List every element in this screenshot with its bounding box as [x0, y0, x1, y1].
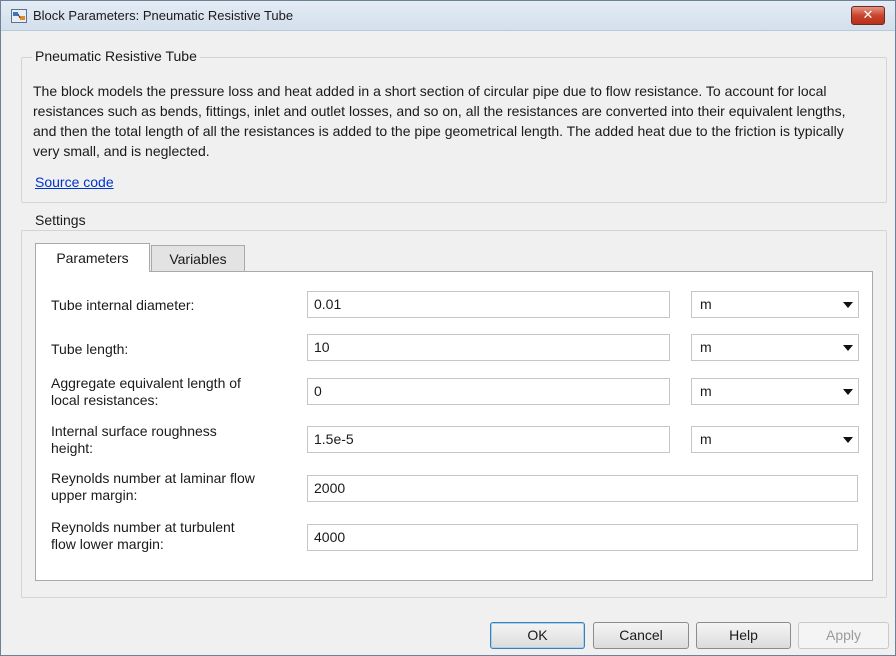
param-label-line1: Reynolds number at laminar flow: [51, 470, 255, 486]
block-description: The block models the pressure loss and h…: [33, 83, 846, 159]
chevron-down-icon: [843, 437, 853, 443]
cancel-button[interactable]: Cancel: [593, 622, 689, 649]
roughness-input[interactable]: 1.5e-5: [307, 426, 670, 453]
block-name: Pneumatic Resistive Tube: [32, 48, 200, 64]
unit-value: m: [700, 383, 712, 399]
close-button[interactable]: ✕: [851, 6, 885, 25]
equivalent-length-unit-select[interactable]: m: [691, 378, 859, 405]
chevron-down-icon: [843, 302, 853, 308]
param-label-tube-length: Tube length:: [51, 341, 128, 358]
tab-parameters[interactable]: Parameters: [35, 243, 150, 272]
param-label-turbulent-margin: Reynolds number at turbulent flow lower …: [51, 519, 235, 553]
help-button[interactable]: Help: [696, 622, 791, 649]
param-label-line2: flow lower margin:: [51, 536, 164, 552]
simulink-block-icon: [11, 9, 27, 23]
laminar-margin-input[interactable]: 2000: [307, 475, 858, 502]
param-label-text: Tube length:: [51, 341, 129, 357]
tab-parameters-label: Parameters: [56, 250, 129, 266]
param-label-roughness: Internal surface roughness height:: [51, 423, 217, 457]
tab-variables-label: Variables: [169, 251, 227, 267]
apply-button[interactable]: Apply: [798, 622, 889, 649]
chevron-down-icon: [843, 389, 853, 395]
settings-title: Settings: [32, 212, 89, 228]
ok-button[interactable]: OK: [490, 622, 585, 649]
param-label-line1: Internal surface roughness: [51, 423, 217, 439]
tab-variables[interactable]: Variables: [151, 245, 245, 271]
param-label-line2: height:: [51, 440, 94, 456]
chevron-down-icon: [843, 345, 853, 351]
window-title: Block Parameters: Pneumatic Resistive Tu…: [33, 8, 294, 23]
turbulent-margin-input[interactable]: 4000: [307, 524, 858, 551]
roughness-unit-select[interactable]: m: [691, 426, 859, 453]
param-label-text: Tube internal diameter:: [51, 297, 195, 313]
source-code-link[interactable]: Source code: [35, 174, 114, 190]
unit-value: m: [700, 339, 712, 355]
param-label-line2: local resistances:: [51, 392, 159, 408]
close-icon: ✕: [862, 7, 874, 22]
tube-length-unit-select[interactable]: m: [691, 334, 859, 361]
param-label-line1: Aggregate equivalent length of: [51, 375, 241, 391]
title-bar[interactable]: Block Parameters: Pneumatic Resistive Tu…: [1, 1, 895, 31]
block-parameters-dialog: Block Parameters: Pneumatic Resistive Tu…: [0, 0, 896, 656]
equivalent-length-input[interactable]: 0: [307, 378, 670, 405]
unit-value: m: [700, 431, 712, 447]
param-label-line1: Reynolds number at turbulent: [51, 519, 235, 535]
param-label-tube-diameter: Tube internal diameter:: [51, 297, 194, 314]
param-label-laminar-margin: Reynolds number at laminar flow upper ma…: [51, 470, 255, 504]
tube-diameter-unit-select[interactable]: m: [691, 291, 859, 318]
param-label-line2: upper margin:: [51, 487, 138, 503]
tube-diameter-input[interactable]: 0.01: [307, 291, 670, 318]
unit-value: m: [700, 296, 712, 312]
param-label-equivalent-length: Aggregate equivalent length of local res…: [51, 375, 241, 409]
tube-length-input[interactable]: 10: [307, 334, 670, 361]
